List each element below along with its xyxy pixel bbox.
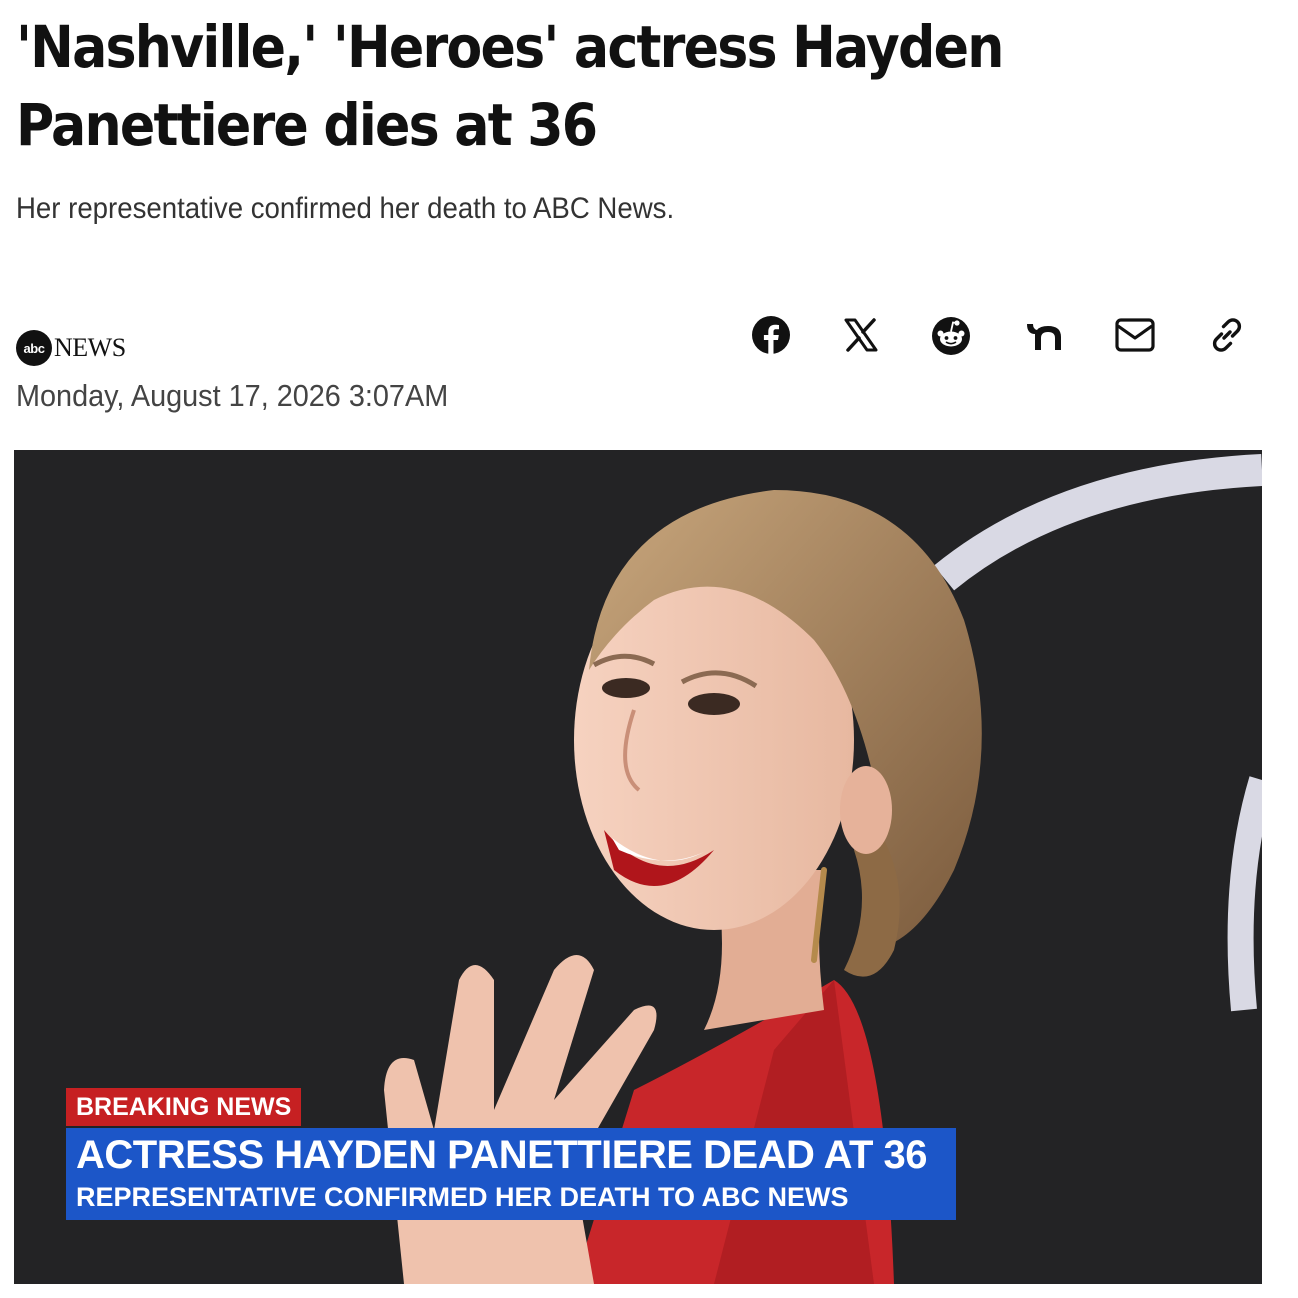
article-dateline: Monday, August 17, 2026 3:07AM — [16, 378, 449, 413]
reddit-icon — [932, 317, 970, 355]
link-icon — [1212, 318, 1242, 352]
ear — [840, 766, 892, 854]
share-facebook-button[interactable] — [746, 310, 796, 360]
x-icon — [844, 318, 878, 352]
article-hero-photo[interactable]: BREAKING NEWS ACTRESS HAYDEN PANETTIERE … — [14, 450, 1262, 1284]
share-email-button[interactable] — [1110, 310, 1160, 360]
chyron-headline: ACTRESS HAYDEN PANETTIERE DEAD AT 36 — [76, 1133, 928, 1177]
nextdoor-icon — [1027, 324, 1061, 350]
share-x-button[interactable] — [836, 310, 886, 360]
share-reddit-button[interactable] — [926, 310, 976, 360]
news-logo-word: NEWS — [54, 333, 126, 362]
share-copy-link-button[interactable] — [1202, 310, 1252, 360]
news-chyron: ACTRESS HAYDEN PANETTIERE DEAD AT 36 REP… — [66, 1128, 956, 1220]
breaking-news-tag: BREAKING NEWS — [66, 1088, 302, 1126]
abc-logo-mark: abc — [16, 330, 52, 366]
background-ring — [933, 454, 1262, 591]
share-nextdoor-button[interactable] — [1020, 310, 1070, 360]
facebook-icon — [752, 316, 790, 355]
email-icon — [1115, 318, 1155, 352]
abc-news-logo[interactable]: abc NEWS — [16, 330, 126, 366]
article-subheadline: Her representative confirmed her death t… — [16, 192, 675, 225]
chyron-subline: REPRESENTATIVE CONFIRMED HER DEATH TO AB… — [76, 1182, 849, 1212]
share-bar — [740, 310, 1260, 360]
article-headline: 'Nashville,' 'Heroes' actress Hayden Pan… — [16, 13, 1004, 159]
